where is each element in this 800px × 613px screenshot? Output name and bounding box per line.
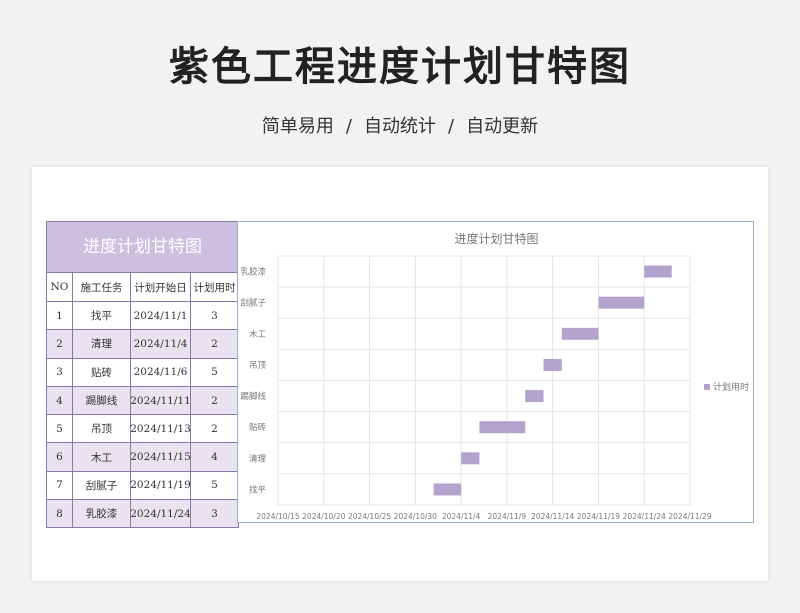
cell-duration: 2: [211, 422, 218, 435]
schedule-table: 进度计划甘特图 NO 施工任务 计划开始日 计划用时 1 找平 2024/11/1 3…: [46, 221, 239, 529]
cell-task: 找平: [73, 302, 131, 330]
table-row: 4 踢脚线 2024/11/11 2: [47, 386, 238, 416]
cell-no: 3: [47, 358, 73, 386]
y-tick-label: 乳胶漆: [240, 267, 266, 278]
x-tick-label: 2024/11/24: [623, 512, 666, 521]
x-tick-label: 2024/10/30: [394, 512, 437, 521]
subtitle-separator: /: [345, 116, 352, 137]
header-no: NO: [47, 273, 73, 301]
cell-task: 吊顶: [73, 415, 131, 443]
gantt-bar: [461, 452, 480, 465]
table-title: 进度计划甘特图: [47, 222, 238, 273]
x-tick-label: 2024/11/9: [488, 512, 527, 521]
x-tick-label: 2024/11/4: [442, 512, 481, 521]
cell-start: 2024/11/6: [131, 358, 191, 386]
cell-start: 2024/11/11: [130, 386, 191, 415]
cell-start: 2024/11/4: [131, 330, 191, 358]
table-header-row: NO 施工任务 计划开始日 计划用时: [47, 273, 238, 302]
gantt-chart: 进度计划甘特图 找平 清理 贴砖 踢脚线 吊顶 木工 刮腻子 乳胶漆 2024/10/15 202…: [237, 221, 754, 523]
y-tick-label: 木工: [249, 329, 267, 340]
cell-duration: 5: [211, 479, 218, 492]
cell-no: 7: [47, 471, 73, 500]
legend-swatch: [704, 383, 710, 390]
y-tick-label: 刮腻子: [240, 298, 266, 309]
table-row: 5 吊顶 2024/11/13 2: [47, 415, 238, 444]
subtitle-item-2: 自动统计: [364, 116, 436, 137]
chart-legend: 计划用时: [704, 380, 749, 393]
cell-task: 踢脚线: [73, 386, 131, 415]
cell-duration: 2: [211, 337, 218, 350]
gantt-plot: 找平清理贴砖踢脚线吊顶木工刮腻子乳胶漆2024/10/15 2024/10/20 2…: [240, 255, 712, 521]
x-tick-label: 2024/11/19: [577, 512, 620, 521]
y-tick-label: 吊顶: [249, 361, 267, 371]
x-tick-label: 2024/10/15: [256, 512, 299, 521]
x-tick-label: 2024/10/25: [348, 512, 391, 521]
legend-label: 计划用时: [713, 383, 750, 393]
y-tick-label: 贴砖: [249, 422, 267, 433]
cell-duration: 4: [211, 451, 218, 464]
header-duration: 计划用时: [193, 281, 236, 294]
y-tick-label: 清理: [249, 453, 267, 464]
header-start: 计划开始日: [131, 273, 191, 301]
cell-start: 2024/11/15: [130, 443, 191, 471]
x-tick-label: 2024/11/14: [531, 512, 574, 521]
y-tick-label: 踢脚线: [240, 391, 266, 402]
spreadsheet-preview: 进度计划甘特图 NO 施工任务 计划开始日 计划用时 1 找平 2024/11/1 3…: [32, 167, 768, 581]
table-row: 3 贴砖 2024/11/6 5: [47, 358, 238, 387]
page-subtitle: 简单易用 / 自动统计 / 自动更新: [0, 112, 800, 138]
cell-no: 8: [47, 500, 73, 528]
table-row: 8 乳胶漆 2024/11/24 3: [47, 500, 238, 528]
cell-no: 2: [47, 330, 73, 358]
gantt-bar: [543, 358, 562, 371]
cell-no: 6: [47, 443, 73, 471]
cell-no: 4: [47, 386, 73, 415]
x-tick-label: 2024/10/20: [302, 512, 345, 521]
gantt-bar: [479, 421, 526, 434]
page-title: 紫色工程进度计划甘特图: [169, 44, 631, 90]
subtitle-separator: /: [448, 116, 455, 137]
cell-start: 2024/11/13: [130, 415, 191, 443]
cell-task: 刮腻子: [73, 471, 131, 500]
table-row: 1 找平 2024/11/1 3: [47, 302, 238, 331]
cell-task: 清理: [73, 330, 131, 358]
cell-duration: 3: [211, 507, 218, 520]
cell-duration: 3: [211, 309, 218, 322]
subtitle-item-1: 简单易用: [261, 116, 334, 137]
gantt-bar: [525, 390, 544, 403]
table-row: 7 刮腻子 2024/11/19 5: [47, 471, 238, 501]
subtitle-item-3: 自动更新: [466, 116, 539, 137]
gantt-bar: [561, 327, 599, 340]
y-tick-label: 找平: [249, 484, 267, 495]
cell-duration: 5: [211, 366, 218, 379]
cell-task: 乳胶漆: [73, 500, 131, 528]
cell-start: 2024/11/19: [130, 471, 191, 500]
header-task: 施工任务: [73, 273, 131, 301]
gantt-bar: [598, 296, 645, 309]
cell-task: 木工: [73, 443, 131, 471]
x-tick-label: 2024/11/29: [668, 512, 711, 521]
cell-start: 2024/11/24: [130, 500, 191, 528]
cell-no: 5: [47, 415, 73, 443]
table-row: 2 清理 2024/11/4 2: [47, 330, 238, 359]
cell-duration: 2: [211, 394, 218, 407]
gantt-bar: [433, 483, 462, 496]
cell-start: 2024/11/1: [131, 302, 191, 330]
cell-no: 1: [47, 302, 73, 330]
cell-task: 贴砖: [73, 358, 131, 386]
table-row: 6 木工 2024/11/15 4: [47, 443, 238, 472]
gantt-bar: [644, 265, 672, 278]
